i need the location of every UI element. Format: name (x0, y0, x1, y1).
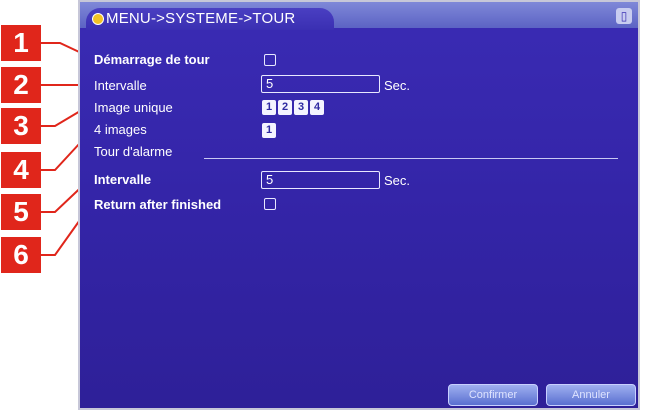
tour-start-label: Démarrage de tour (94, 52, 210, 67)
single-image-label: Image unique (94, 100, 173, 115)
callout-3: 3 (1, 108, 41, 144)
four-images-channel-1[interactable]: 1 (262, 123, 276, 138)
alarm-tour-section-label: Tour d'alarme (94, 144, 173, 159)
close-icon[interactable]: ▯ (616, 8, 632, 24)
cancel-button[interactable]: Annuler (546, 384, 636, 406)
tour-settings-window: MENU->SYSTEME->TOUR ▯ Démarrage de tour … (78, 0, 640, 410)
tour-start-checkbox[interactable] (264, 54, 276, 66)
interval-label: Intervalle (94, 78, 147, 93)
callout-2: 2 (1, 67, 41, 103)
single-image-channel-4[interactable]: 4 (310, 100, 324, 115)
interval-unit: Sec. (384, 78, 411, 93)
return-after-finished-checkbox[interactable] (264, 198, 276, 210)
interval-input[interactable]: 5 (261, 75, 380, 93)
single-image-channel-3[interactable]: 3 (294, 100, 308, 115)
callout-1: 1 (1, 25, 41, 61)
alarm-interval-input[interactable]: 5 (261, 171, 380, 189)
alarm-interval-label: Intervalle (94, 172, 152, 187)
title-bar: MENU->SYSTEME->TOUR ▯ (80, 2, 638, 30)
confirm-button[interactable]: Confirmer (448, 384, 538, 406)
callout-4: 4 (1, 152, 41, 188)
four-images-label: 4 images (94, 122, 147, 137)
menu-dot-icon (92, 13, 104, 25)
callout-5: 5 (1, 194, 41, 230)
section-divider (204, 158, 618, 159)
alarm-interval-unit: Sec. (384, 173, 411, 188)
single-image-channel-1[interactable]: 1 (262, 100, 276, 115)
window-title: MENU->SYSTEME->TOUR (106, 10, 296, 27)
callout-6: 6 (1, 237, 41, 273)
single-image-channel-2[interactable]: 2 (278, 100, 292, 115)
return-after-finished-label: Return after finished (94, 197, 222, 212)
